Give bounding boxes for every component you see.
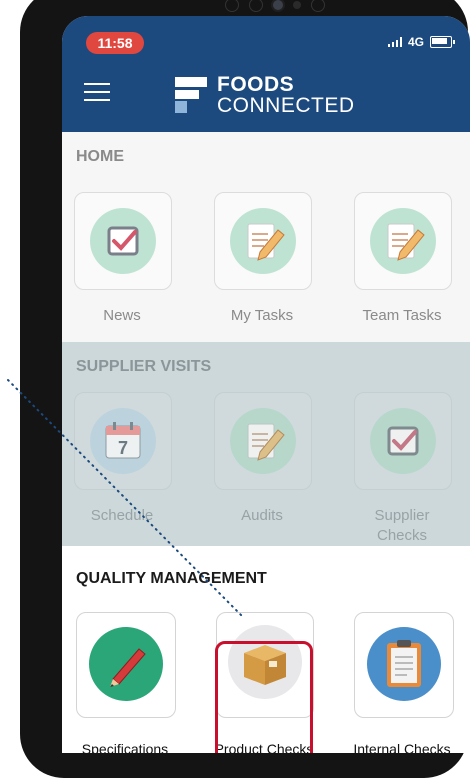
section-title-home: HOME [76, 148, 124, 165]
section-title-quality-management: QUALITY MANAGEMENT [76, 570, 267, 587]
battery-icon [430, 36, 455, 48]
visits-audits-label: Audits [241, 507, 283, 524]
app-header: 11:58 4G FOODS CONNECTED [62, 16, 470, 132]
notepad-pencil-icon [370, 208, 436, 274]
logo-text-line2: CONNECTED [217, 94, 355, 117]
checkbox-icon [90, 208, 156, 274]
home-my-tasks-label: My Tasks [230, 307, 294, 324]
supplier-visits-section: SUPPLIER VISITS 7 Schedule Audits Suppli… [62, 342, 470, 546]
notepad-pencil-icon [230, 208, 296, 274]
logo-mark-icon [175, 77, 207, 113]
home-news-label: News [103, 307, 141, 324]
pencil-icon [89, 627, 163, 701]
tablet-device: 11:58 4G FOODS CONNECTED HOME News My Ta… [20, 0, 470, 778]
quality-management-section: QUALITY MANAGEMENT Specifications Produc… [62, 546, 470, 753]
network-label: 4G [407, 35, 424, 49]
visits-audits-tile[interactable] [214, 392, 312, 490]
app-logo: FOODS CONNECTED [175, 74, 355, 116]
checkbox-icon [370, 408, 436, 474]
visits-supplier-checks-tile[interactable] [354, 392, 452, 490]
quality-internal-checks-label: Internal Checks [353, 741, 451, 754]
camera-bar [225, 0, 325, 12]
signal-icon [387, 37, 402, 47]
section-title-supplier-visits: SUPPLIER VISITS [76, 358, 212, 375]
visits-schedule-label: Schedule [90, 507, 154, 524]
status-icons: 4G [387, 35, 455, 49]
logo-text-line1: FOODS [217, 73, 295, 96]
hamburger-menu-icon[interactable] [84, 83, 110, 101]
quality-internal-checks-tile[interactable] [354, 612, 454, 718]
visits-schedule-tile[interactable]: 7 [74, 392, 172, 490]
home-section: HOME News My Tasks Team Tasks [62, 132, 470, 342]
home-news-tile[interactable] [74, 192, 172, 290]
calendar-icon: 7 [90, 408, 156, 474]
calendar-day-text: 7 [118, 438, 128, 458]
product-checks-highlight [215, 641, 313, 753]
app-screen: 11:58 4G FOODS CONNECTED HOME News My Ta… [62, 16, 470, 753]
clipboard-icon [367, 627, 441, 701]
quality-specifications-label: Specifications [81, 741, 169, 754]
status-time: 11:58 [86, 32, 144, 54]
home-team-tasks-tile[interactable] [354, 192, 452, 290]
home-my-tasks-tile[interactable] [214, 192, 312, 290]
home-team-tasks-label: Team Tasks [362, 307, 442, 324]
quality-specifications-tile[interactable] [76, 612, 176, 718]
notepad-pencil-icon [230, 408, 296, 474]
visits-supplier-checks-label: Supplier Checks [374, 507, 430, 544]
